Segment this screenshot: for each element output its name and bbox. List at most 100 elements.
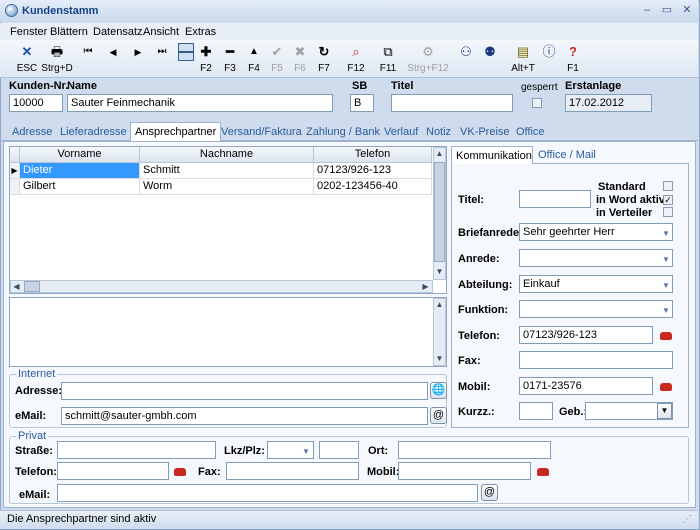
users-icon[interactable]: ⚇ (456, 44, 476, 60)
row-selector-icon[interactable]: ▶ (10, 163, 20, 179)
column-header-vorname[interactable]: Vorname (20, 147, 140, 163)
memo-scroll-down-icon[interactable]: ▼ (434, 353, 445, 365)
calendar-dropdown-icon[interactable]: ▼ (657, 403, 672, 419)
anrede-select[interactable] (519, 249, 673, 267)
copy-icon[interactable]: ⧉ (378, 44, 398, 60)
funktion-dropdown-icon[interactable]: ▼ (662, 306, 670, 315)
mobile-phone-icon[interactable] (660, 383, 672, 391)
plz-field[interactable] (319, 441, 359, 459)
table-cell[interactable]: Worm (140, 179, 314, 195)
menu-extras[interactable]: Extras (185, 26, 216, 38)
cancel-icon[interactable]: ✕ (17, 44, 37, 60)
help-icon[interactable]: ? (563, 44, 583, 60)
detail-telefon-field[interactable]: 07123/926-123 (519, 326, 653, 344)
confirm-icon[interactable]: ✔ (267, 44, 287, 60)
tab-versand-faktura[interactable]: Versand/Faktura (221, 126, 302, 138)
briefanrede-dropdown-icon[interactable]: ▼ (662, 229, 670, 238)
delete-icon[interactable]: ━ (220, 44, 240, 60)
globe-icon[interactable]: 🌐 (430, 382, 447, 399)
print-icon[interactable]: 🖶 (47, 44, 67, 60)
internet-adresse-field[interactable] (61, 382, 428, 400)
scroll-down-icon[interactable]: ▼ (434, 266, 445, 278)
verteiler-checkbox[interactable] (663, 207, 673, 217)
scroll-left-icon[interactable]: ◀ (11, 281, 22, 292)
tab-zahlung-bank[interactable]: Zahlung / Bank (306, 126, 380, 138)
tab-notiz[interactable]: Notiz (426, 126, 451, 138)
detail-fax-field[interactable] (519, 351, 673, 369)
discard-icon[interactable]: ✖ (290, 44, 310, 60)
next-record-icon[interactable]: ▶ (128, 44, 148, 60)
privat-mobil-field[interactable] (398, 462, 531, 480)
abteilung-dropdown-icon[interactable]: ▼ (662, 281, 670, 290)
name-field[interactable]: Sauter Feinmechanik (67, 94, 333, 112)
phone-icon[interactable] (660, 332, 672, 340)
funktion-select[interactable] (519, 300, 673, 318)
info-icon[interactable]: ⓘ (539, 44, 559, 60)
close-icon[interactable]: ✕ (679, 3, 695, 18)
email-at-icon[interactable]: @ (430, 407, 447, 424)
sb-field[interactable]: B (350, 94, 374, 112)
minimize-icon[interactable]: ‒ (639, 3, 655, 18)
menu-datensatz[interactable]: Datensatz (93, 26, 143, 38)
menu-blaettern[interactable]: Blättern (50, 26, 88, 38)
kurzz-field[interactable] (519, 402, 553, 420)
users-swap-icon[interactable]: ⚉ (480, 44, 500, 60)
scroll-up-icon[interactable]: ▲ (434, 148, 445, 160)
hscroll-thumb[interactable] (24, 281, 40, 292)
column-header-telefon[interactable]: Telefon (314, 147, 432, 163)
filter-icon[interactable]: ⌕ (346, 44, 366, 60)
table-cell[interactable]: Dieter (20, 163, 140, 179)
document-icon[interactable]: ▤ (513, 44, 533, 60)
last-record-icon[interactable]: ⏭ (152, 44, 172, 60)
briefanrede-select[interactable]: Sehr geehrter Herr (519, 223, 673, 241)
privat-mobile-phone-icon[interactable] (537, 468, 549, 476)
maximize-icon[interactable]: ▭ (659, 3, 675, 18)
menu-fenster[interactable]: Fenster (10, 26, 47, 38)
titel-field[interactable] (391, 94, 513, 112)
table-cell[interactable]: Gilbert (20, 179, 140, 195)
table-cell[interactable]: Schmitt (140, 163, 314, 179)
privat-email-at-icon[interactable]: @ (481, 484, 498, 501)
tab-adresse[interactable]: Adresse (12, 126, 52, 138)
previous-record-icon[interactable]: ◀ (103, 44, 123, 60)
add-icon[interactable]: ✚ (196, 44, 216, 60)
strasse-field[interactable] (57, 441, 216, 459)
hierarchy-icon[interactable]: ⚙ (418, 44, 438, 60)
scroll-right-icon[interactable]: ▶ (420, 281, 431, 292)
refresh-icon[interactable]: ↻ (314, 44, 334, 60)
internet-email-field[interactable]: schmitt@sauter-gmbh.com (61, 407, 428, 425)
privat-phone-icon[interactable] (174, 468, 186, 476)
standard-checkbox[interactable] (663, 181, 673, 191)
tab-kommunikation[interactable]: Kommunikation (451, 146, 533, 165)
word-aktiv-checkbox[interactable]: ✓ (663, 195, 673, 205)
resize-grip-icon[interactable]: ⋰ (682, 514, 692, 525)
table-cell[interactable]: 0202-123456-40 (314, 179, 432, 195)
table-cell[interactable]: 07123/926-123 (314, 163, 432, 179)
privat-fax-field[interactable] (226, 462, 359, 480)
notes-memo[interactable] (9, 297, 447, 367)
tab-lieferadresse[interactable]: Lieferadresse (60, 126, 127, 138)
detail-mobil-field[interactable]: 0171-23576 (519, 377, 653, 395)
first-record-icon[interactable]: ⏮ (78, 44, 98, 60)
gesperrt-checkbox[interactable] (532, 98, 542, 108)
column-header-nachname[interactable]: Nachname (140, 147, 314, 163)
split-view-icon[interactable] (178, 43, 194, 61)
memo-scroll-up-icon[interactable]: ▲ (434, 299, 445, 311)
kundennr-field[interactable]: 10000 (9, 94, 63, 112)
ort-field[interactable] (398, 441, 551, 459)
tab-office[interactable]: Office (516, 126, 545, 138)
scroll-thumb[interactable] (434, 162, 445, 262)
tab-verlauf[interactable]: Verlauf (384, 126, 418, 138)
up-icon[interactable]: ▲ (244, 44, 264, 60)
menu-ansicht[interactable]: Ansicht (143, 26, 179, 38)
detail-titel-field[interactable] (519, 190, 591, 208)
abteilung-select[interactable]: Einkauf (519, 275, 673, 293)
grid-horizontal-scrollbar[interactable] (10, 280, 433, 293)
privat-email-field[interactable] (57, 484, 478, 502)
anrede-dropdown-icon[interactable]: ▼ (662, 255, 670, 264)
lkz-dropdown-icon[interactable]: ▼ (302, 447, 310, 456)
privat-telefon-field[interactable] (57, 462, 169, 480)
tab-vk-preise[interactable]: VK-Preise (460, 126, 510, 138)
tab-office-mail[interactable]: Office / Mail (538, 149, 596, 161)
row-selector[interactable] (10, 179, 20, 195)
